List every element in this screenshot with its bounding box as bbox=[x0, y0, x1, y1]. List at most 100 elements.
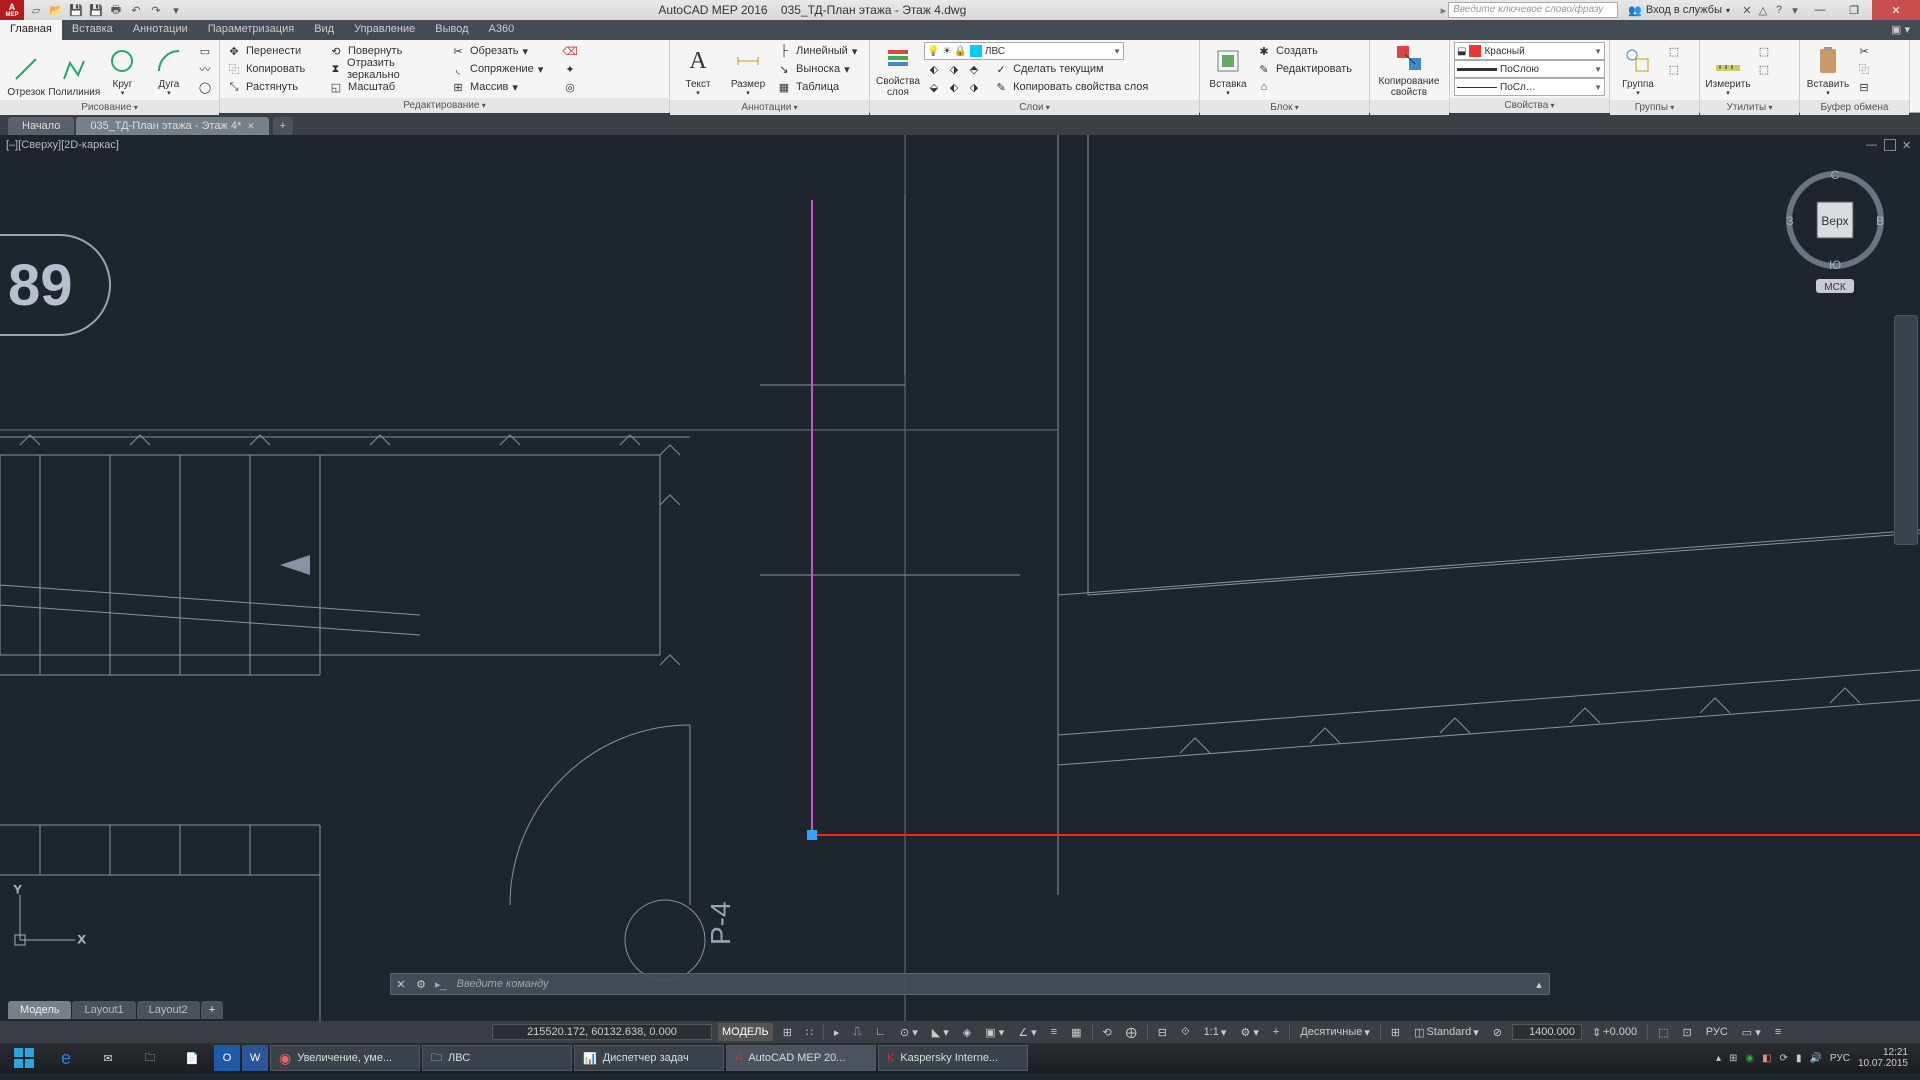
lwt-toggle[interactable]: ≡ bbox=[1047, 1023, 1061, 1041]
polar-toggle[interactable]: ⊙ ▾ bbox=[896, 1023, 922, 1041]
spline-icon[interactable]: 〰 bbox=[195, 60, 215, 78]
taskbar-firefox[interactable]: ◉Увеличение, уме... bbox=[270, 1045, 420, 1071]
polyline-button[interactable]: Полилиния bbox=[50, 42, 98, 98]
taskbar-folder[interactable]: 🗀ЛВС bbox=[422, 1045, 572, 1071]
sign-in-button[interactable]: 👥 Вход в службы▾ bbox=[1620, 4, 1738, 17]
ann-mon[interactable]: ⨁ bbox=[1122, 1023, 1141, 1041]
offset-icon[interactable]: ◎ bbox=[560, 78, 580, 96]
paste-button[interactable]: Вставить▾ bbox=[1804, 42, 1852, 98]
navigation-bar[interactable] bbox=[1894, 315, 1918, 545]
tray-lang[interactable]: РУС bbox=[1830, 1053, 1850, 1064]
line-button[interactable]: Отрезок bbox=[4, 42, 48, 98]
doctab-file[interactable]: 035_ТД-План этажа - Этаж 4*✕ bbox=[76, 117, 268, 135]
command-line[interactable]: ✕ ⚙ ▸_ Введите команду ▴ bbox=[390, 973, 1550, 995]
tab-a360[interactable]: A360 bbox=[479, 20, 525, 40]
panel-annot-title[interactable]: Аннотации bbox=[670, 100, 869, 115]
copy-button[interactable]: ⿻Копировать bbox=[224, 60, 324, 78]
move-button[interactable]: ✥Перенести bbox=[224, 42, 324, 60]
leader-button[interactable]: ↘Выноска ▾ bbox=[774, 60, 859, 78]
cmd-config-icon[interactable]: ⚙ bbox=[411, 978, 431, 991]
erase-icon[interactable]: ⌫ bbox=[560, 42, 580, 60]
hw-icon[interactable]: ⊡ bbox=[1679, 1023, 1696, 1041]
measure-button[interactable]: Измерить▾ bbox=[1704, 42, 1752, 98]
elev-display[interactable]: ⇕ +0.000 bbox=[1588, 1023, 1641, 1041]
infer-toggle[interactable]: ▸ bbox=[830, 1023, 844, 1041]
qat-save-icon[interactable]: 💾 bbox=[68, 2, 84, 18]
tray-action-icon[interactable]: ⊞ bbox=[1729, 1053, 1737, 1064]
close-button[interactable]: ✕ bbox=[1872, 0, 1920, 20]
panel-groups-title[interactable]: Группы bbox=[1610, 100, 1699, 115]
mirror-button[interactable]: ⧗Отразить зеркально bbox=[326, 60, 446, 78]
style-combo[interactable]: ◫ Standard ▾ bbox=[1410, 1023, 1483, 1041]
insert-block-button[interactable]: Вставка▾ bbox=[1204, 42, 1252, 98]
panel-draw-title[interactable]: Рисование bbox=[0, 100, 219, 115]
gr-i2[interactable]: ⬚ bbox=[1664, 60, 1684, 78]
help-icon[interactable]: ? bbox=[1772, 3, 1786, 17]
sel-cycle[interactable]: ⟲ bbox=[1099, 1023, 1116, 1041]
pinned-ie-icon[interactable]: e bbox=[46, 1045, 86, 1071]
value-field[interactable]: 1400.000 bbox=[1512, 1024, 1582, 1040]
scale-button[interactable]: ◱Масштаб bbox=[326, 78, 446, 96]
layer-props-button[interactable]: Свойства слоя bbox=[874, 42, 922, 98]
tab-view[interactable]: Вид bbox=[304, 20, 344, 40]
stretch-button[interactable]: ⤡Растянуть bbox=[224, 78, 324, 96]
gear-icon[interactable]: ⚙ ▾ bbox=[1236, 1023, 1262, 1041]
custom-icon[interactable]: ≡ bbox=[1771, 1023, 1785, 1041]
tab-insert[interactable]: Вставка bbox=[62, 20, 123, 40]
space-button[interactable]: МОДЕЛЬ bbox=[718, 1023, 773, 1041]
taskbar-kaspersky[interactable]: KKaspersky Interne... bbox=[878, 1045, 1028, 1071]
iso-icon[interactable]: ⬚ bbox=[1654, 1023, 1672, 1041]
ribbon-collapse-icon[interactable]: ▣ ▾ bbox=[1881, 20, 1920, 40]
panel-block-title[interactable]: Блок bbox=[1200, 100, 1369, 115]
qat-open-icon[interactable]: 📂 bbox=[48, 2, 64, 18]
cb-i1[interactable]: ✂ bbox=[1854, 42, 1874, 60]
tray-updates-icon[interactable]: ⟳ bbox=[1780, 1053, 1788, 1064]
qat-undo-icon[interactable]: ↶ bbox=[128, 2, 144, 18]
tab-parametric[interactable]: Параметризация bbox=[198, 20, 304, 40]
layout-1[interactable]: Layout1 bbox=[72, 1001, 135, 1019]
gr-i1[interactable]: ⬚ bbox=[1664, 42, 1684, 60]
app-icon[interactable]: AMEP bbox=[0, 0, 24, 20]
snap-toggle[interactable]: ∷ bbox=[802, 1023, 817, 1041]
otrack-toggle[interactable]: ∠ ▾ bbox=[1014, 1023, 1040, 1041]
tab-home[interactable]: Главная bbox=[0, 20, 62, 40]
rect-icon[interactable]: ▭ bbox=[195, 42, 215, 60]
match-layer-button[interactable]: ⬙⬖⬗ ✎Копировать свойства слоя bbox=[924, 78, 1195, 96]
qat-plot-icon[interactable]: 🖶 bbox=[108, 2, 124, 18]
tool-icon[interactable]: ⊞ bbox=[1387, 1023, 1404, 1041]
tab-output[interactable]: Вывод bbox=[425, 20, 478, 40]
qp-toggle[interactable]: ⊟ bbox=[1154, 1023, 1171, 1041]
layout-new[interactable]: + bbox=[201, 1001, 223, 1019]
tab-manage[interactable]: Управление bbox=[344, 20, 425, 40]
tray-network-icon[interactable]: ▮ bbox=[1796, 1053, 1802, 1064]
tray-up-icon[interactable]: ▴ bbox=[1716, 1053, 1721, 1064]
minimize-button[interactable]: — bbox=[1804, 0, 1836, 20]
attr-icon[interactable]: ⌂ bbox=[1254, 78, 1354, 96]
match-props-button[interactable]: Копирование свойств bbox=[1374, 42, 1444, 98]
scale-combo[interactable]: 1:1 ▾ bbox=[1200, 1023, 1231, 1041]
tray-kav-icon[interactable]: ◉ bbox=[1745, 1053, 1754, 1064]
lineweight-combo[interactable]: ПоСлою▼ bbox=[1454, 60, 1605, 78]
create-block-button[interactable]: ✱Создать bbox=[1254, 42, 1354, 60]
trn-toggle[interactable]: ▦ bbox=[1067, 1023, 1085, 1041]
panel-props-title[interactable]: Свойства bbox=[1450, 98, 1609, 113]
panel-layers-title[interactable]: Слои bbox=[870, 100, 1199, 115]
new-tab-button[interactable]: + bbox=[273, 117, 293, 135]
panel-utils-title[interactable]: Утилиты bbox=[1700, 100, 1799, 115]
cmd-history-icon[interactable]: ▴ bbox=[1529, 978, 1549, 991]
group-button[interactable]: Группа▾ bbox=[1614, 42, 1662, 98]
tab-annotate[interactable]: Аннотации bbox=[123, 20, 198, 40]
array-button[interactable]: ⊞Массив ▾ bbox=[448, 78, 558, 96]
tray-sound-icon[interactable]: 🔊 bbox=[1809, 1053, 1821, 1064]
cb-i3[interactable]: ⊟ bbox=[1854, 78, 1874, 96]
qat-more-icon[interactable]: ▾ bbox=[168, 2, 184, 18]
restore-button[interactable]: ❐ bbox=[1838, 0, 1870, 20]
dimension-button[interactable]: Размер▾ bbox=[724, 42, 772, 98]
viewcube[interactable]: Верх С В Ю З МСК bbox=[1780, 165, 1890, 295]
osnap-toggle[interactable]: ◈ bbox=[959, 1023, 975, 1041]
fillet-button[interactable]: ◟Сопряжение ▾ bbox=[448, 60, 558, 78]
trim-button[interactable]: ✂Обрезать ▾ bbox=[448, 42, 558, 60]
tray-outlook-icon[interactable]: ◧ bbox=[1762, 1053, 1771, 1064]
start-button[interactable] bbox=[4, 1045, 44, 1071]
cb-i2[interactable]: ⿻ bbox=[1854, 60, 1874, 78]
